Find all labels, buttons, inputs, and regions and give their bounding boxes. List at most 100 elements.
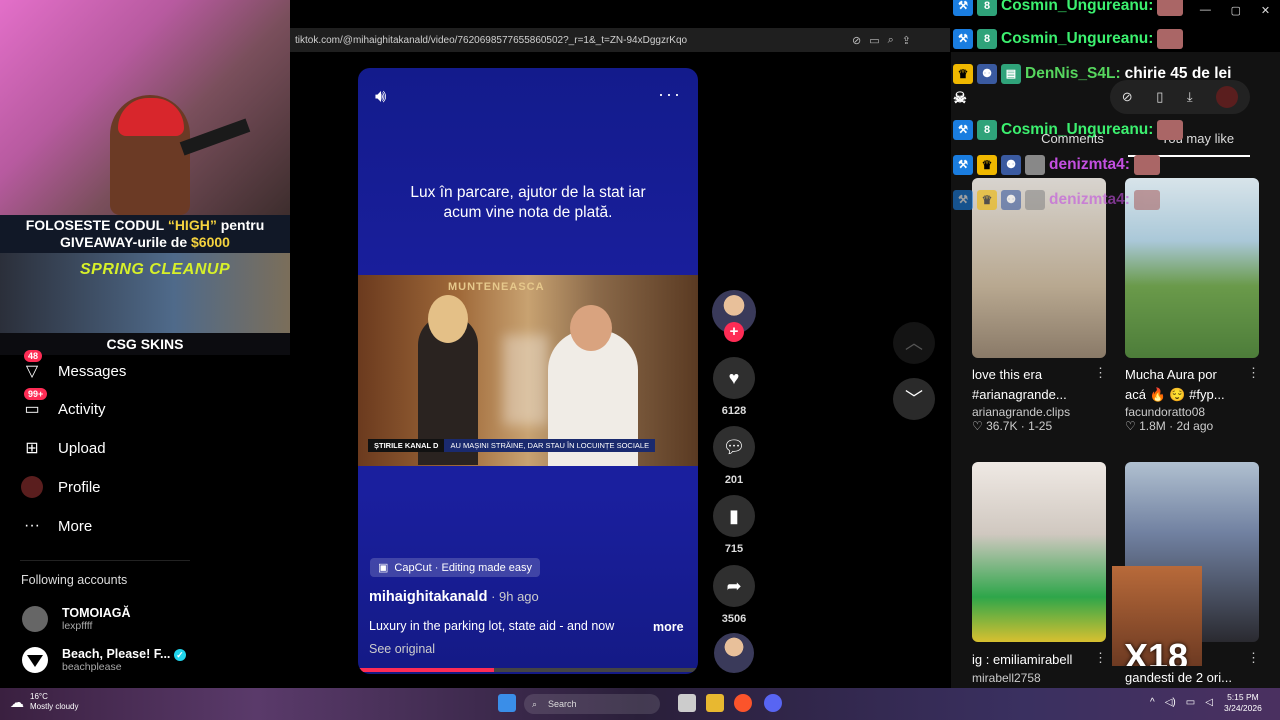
following-heading: Following accounts: [21, 573, 128, 587]
comment-button[interactable]: 💬︎ 201: [711, 426, 757, 486]
sidebar-item-profile[interactable]: Profile: [20, 472, 280, 502]
close-icon[interactable]: ✕: [1261, 4, 1270, 24]
next-video-button[interactable]: ﹀: [893, 378, 935, 420]
avatar-badge-icon: [1025, 155, 1045, 175]
dots-icon: ···: [24, 517, 40, 534]
progress-fill: [358, 668, 494, 672]
emote-icon: [1157, 0, 1184, 16]
sidebar-item-messages[interactable]: ▽ 48 Messages: [20, 350, 280, 386]
more-link[interactable]: more: [653, 620, 684, 634]
share-count: 3506: [721, 613, 747, 625]
avatar: [22, 647, 48, 673]
speaker-icon[interactable]: ◁: [1205, 697, 1213, 708]
sidebar-item-more[interactable]: ··· More: [20, 511, 280, 541]
chevron-up-icon[interactable]: ^: [1150, 697, 1155, 708]
robot-badge-icon: ⚉: [977, 64, 997, 84]
task-view-icon[interactable]: [678, 694, 696, 712]
weather-widget[interactable]: ☁ 16°C Mostly cloudy: [10, 692, 78, 712]
file-explorer-icon[interactable]: [706, 694, 724, 712]
chat-message: ⚒ 8 Cosmin_Ungureanu:: [953, 0, 1184, 18]
more-options-icon[interactable]: ⋮: [1094, 365, 1107, 381]
previous-video-button[interactable]: ︿: [893, 322, 935, 364]
chat-message: ♛ ⚉ ▤ DenNis_S4L: chirie 45 de lei: [953, 62, 1231, 86]
discord-icon[interactable]: [764, 694, 782, 712]
phone-icon[interactable]: ▯: [1156, 89, 1163, 105]
plus-square-icon: ⊞: [25, 440, 39, 457]
like-button[interactable]: ♥ 6128: [711, 357, 757, 417]
chat-message: ⚒ ♛ ⚉ denizmta4:: [953, 188, 1160, 212]
reader-icon[interactable]: ▭: [869, 34, 879, 47]
following-account[interactable]: TOMOIAGĂ lexpffff: [22, 603, 262, 635]
more-options-icon[interactable]: ···: [658, 84, 682, 105]
follow-button[interactable]: +: [724, 322, 744, 342]
more-options-icon[interactable]: ⋮: [1247, 365, 1260, 381]
search-icon: ⌕: [532, 699, 538, 709]
system-tray: ^ ◁) ▭ ◁: [1150, 697, 1213, 708]
sponsor-brand: CSG SKINS: [0, 333, 290, 355]
chevron-down-icon: ﹀: [905, 389, 923, 409]
news-ticker: ȘTIRILE KANAL D AU MAȘINI STRĂINE, DAR S…: [368, 438, 656, 452]
sub-badge-icon: 8: [977, 29, 997, 49]
profile-avatar[interactable]: [1216, 86, 1239, 108]
verified-icon: ✓: [173, 649, 186, 661]
video-card-1[interactable]: love this era #arianagrande... arianagra…: [972, 365, 1092, 433]
video-thumbnail[interactable]: [972, 462, 1106, 642]
taskbar: ☁ 16°C Mostly cloudy ⌕ Search ^ ◁) ▭ ◁ 5:1…: [0, 688, 1280, 720]
robot-badge-icon: ⚉: [1001, 155, 1021, 175]
avatar: [22, 606, 48, 632]
video-card-2[interactable]: Mucha Aura por acá 🔥 😌 #fyp... facundora…: [1125, 365, 1245, 433]
avatar-badge-icon: [1025, 190, 1045, 210]
game-banner: SPRING CLEANUP: [0, 253, 290, 333]
more-options-icon[interactable]: ⋮: [1094, 650, 1107, 666]
save-button[interactable]: ▮ 715: [711, 495, 757, 555]
taskbar-search[interactable]: ⌕ Search: [524, 694, 660, 714]
volume-icon[interactable]: 🔊︎: [375, 86, 386, 107]
video-player[interactable]: 🔊︎ ··· Lux în parcare, ajutor de la stat…: [358, 68, 698, 674]
maximize-icon[interactable]: ▢: [1231, 4, 1241, 24]
share-button[interactable]: ➦ 3506: [711, 565, 757, 625]
promo-banner: FOLOSESTE CODUL “HIGH” pentru GIVEAWAY-u…: [0, 215, 290, 253]
minimize-icon[interactable]: —: [1200, 4, 1211, 24]
video-description: Luxury in the parking lot, state aid - a…: [369, 619, 615, 633]
start-button[interactable]: [498, 694, 516, 712]
webcam-feed: [0, 0, 290, 215]
heart-icon: ♥: [713, 357, 755, 399]
chat-message: ⚒ 8 Cosmin_Ungureanu:: [953, 118, 1184, 142]
following-account[interactable]: Beach, Please! F... ✓ beachplease: [22, 644, 262, 676]
zoom-icon[interactable]: ⌕: [888, 34, 894, 47]
cloud-icon: ☁: [10, 694, 24, 710]
video-author[interactable]: mirabell2758: [972, 671, 1041, 685]
network-icon[interactable]: ▭: [1186, 697, 1195, 708]
skull-icon: ☠: [953, 89, 967, 107]
share-icon[interactable]: ⇪: [902, 34, 911, 47]
microphone-arm: [179, 118, 251, 156]
clock[interactable]: 5:15 PM 3/24/2026: [1224, 692, 1262, 714]
download-icon[interactable]: ⤓: [1187, 89, 1193, 105]
sound-avatar[interactable]: [711, 633, 757, 673]
video-caption[interactable]: gandesti de 2 ori...: [1125, 668, 1232, 688]
video-headline: Lux în parcare, ajutor de la stat iar ac…: [410, 184, 646, 221]
more-options-icon[interactable]: ⋮: [1247, 650, 1260, 666]
video-author[interactable]: mihaighitakanald · 9h ago: [369, 589, 539, 605]
video-caption[interactable]: ig : emiliamirabell: [972, 650, 1072, 670]
emote-icon: [1133, 155, 1160, 175]
see-original-link[interactable]: See original: [369, 642, 435, 656]
eye-off-icon[interactable]: ⊘: [852, 34, 861, 47]
sidebar-item-activity[interactable]: ▭ 99+ Activity: [20, 388, 280, 424]
video-progress[interactable]: [358, 668, 698, 672]
capcut-tag[interactable]: ▣ CapCut · Editing made easy: [370, 558, 540, 577]
banner-title: SPRING CLEANUP: [80, 261, 231, 278]
explore-icon[interactable]: ⊘: [1122, 89, 1133, 105]
volume-icon[interactable]: ◁): [1165, 697, 1176, 708]
mod-badge-icon: ⚒: [953, 29, 973, 49]
like-count: 6128: [721, 405, 747, 417]
crown-icon: ♛: [977, 190, 997, 210]
bookmark-icon: ▮: [713, 495, 755, 537]
address-bar[interactable]: tiktok.com/@mihaighitakanald/video/76206…: [290, 28, 950, 52]
share-arrow-icon: ➦: [713, 565, 755, 607]
battery-badge-icon: ▤: [1001, 64, 1021, 84]
sidebar-item-upload[interactable]: ⊞ Upload: [20, 433, 280, 463]
brave-icon[interactable]: [734, 694, 752, 712]
paper-plane-icon: ▽ 48: [20, 350, 44, 383]
mod-badge-icon: ⚒: [953, 0, 973, 16]
